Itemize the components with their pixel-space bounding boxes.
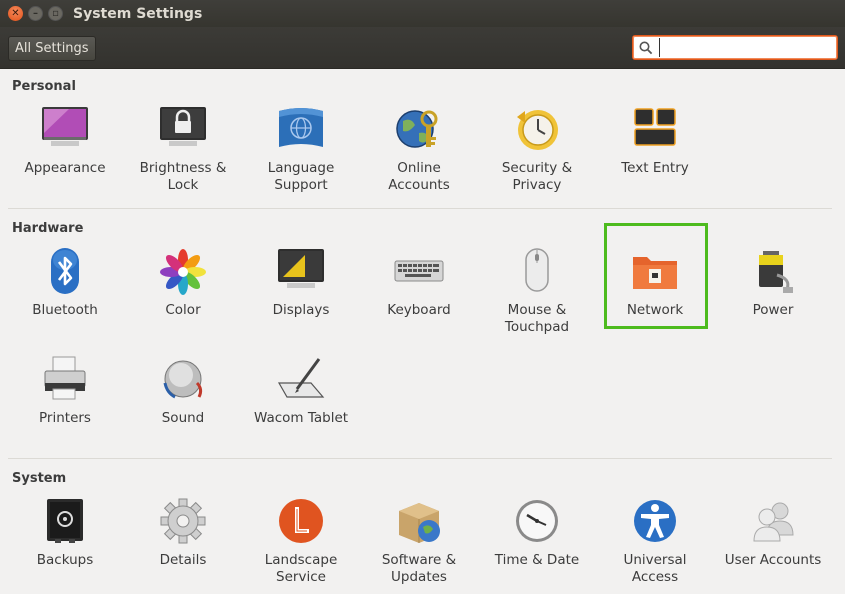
section-divider: [8, 458, 832, 459]
universal-access-label: Universal Access: [623, 552, 687, 585]
clock-icon: [516, 500, 558, 542]
sound-label: Sound: [161, 410, 205, 426]
close-window-button[interactable]: ✕: [8, 6, 23, 21]
language-support-label: Language Support: [267, 160, 335, 193]
power-icon: [759, 251, 793, 293]
brightness-lock-item[interactable]: Brightness & Lock: [127, 99, 239, 209]
backups-icon: [47, 499, 83, 543]
close-icon: ✕: [11, 7, 20, 19]
search-input[interactable]: [659, 38, 819, 57]
color-icon: [160, 249, 206, 295]
printers-item[interactable]: Printers: [9, 349, 121, 459]
user-accounts-label: User Accounts: [724, 552, 822, 568]
text-entry-item[interactable]: Text Entry: [599, 99, 711, 209]
online-accounts-item[interactable]: Online Accounts: [363, 99, 475, 209]
security-privacy-icon: [517, 110, 558, 150]
maximize-icon: ▫: [52, 7, 59, 19]
sound-icon: [163, 360, 203, 399]
security-privacy-label: Security & Privacy: [501, 160, 573, 193]
details-gear-icon: [160, 498, 206, 544]
software-updates-icon: [399, 503, 440, 543]
appearance-label: Appearance: [24, 160, 106, 176]
displays-label: Displays: [272, 302, 330, 318]
bluetooth-icon: [51, 248, 79, 294]
software-updates-item[interactable]: Software & Updates: [363, 491, 475, 594]
time-date-label: Time & Date: [494, 552, 580, 568]
time-date-item[interactable]: Time & Date: [481, 491, 593, 594]
universal-access-icon: [634, 500, 676, 542]
software-updates-label: Software & Updates: [381, 552, 457, 585]
network-label: Network: [626, 302, 684, 318]
power-label: Power: [752, 302, 794, 318]
wacom-tablet-icon: [277, 358, 325, 398]
power-item[interactable]: Power: [717, 241, 829, 351]
landscape-service-label: Landscape Service: [264, 552, 338, 585]
appearance-icon: [42, 107, 88, 146]
landscape-icon: [279, 499, 323, 543]
user-accounts-icon: [753, 502, 794, 542]
toolbar: All Settings: [0, 27, 845, 69]
details-label: Details: [159, 552, 207, 568]
section-title-personal: Personal: [12, 79, 76, 94]
text-entry-label: Text Entry: [621, 160, 689, 176]
section-divider: [8, 208, 832, 209]
universal-access-item[interactable]: Universal Access: [599, 491, 711, 594]
user-accounts-item[interactable]: User Accounts: [717, 491, 829, 594]
wacom-tablet-item[interactable]: Wacom Tablet: [245, 349, 357, 459]
network-item[interactable]: Network: [599, 241, 711, 351]
wacom-tablet-label: Wacom Tablet: [253, 410, 349, 426]
online-accounts-icon: [396, 110, 438, 148]
brightness-lock-icon: [160, 107, 206, 146]
printers-label: Printers: [39, 410, 91, 426]
window-title: System Settings: [73, 5, 203, 22]
bluetooth-item[interactable]: Bluetooth: [9, 241, 121, 351]
language-support-item[interactable]: Language Support: [245, 99, 357, 209]
appearance-item[interactable]: Appearance: [9, 99, 121, 209]
mouse-icon: [525, 248, 549, 292]
mouse-touchpad-label: Mouse & Touchpad: [504, 302, 570, 335]
keyboard-icon: [394, 260, 444, 282]
text-entry-icon: [634, 108, 676, 146]
backups-item[interactable]: Backups: [9, 491, 121, 594]
maximize-window-button[interactable]: ▫: [48, 6, 63, 21]
keyboard-item[interactable]: Keyboard: [363, 241, 475, 351]
mouse-touchpad-item[interactable]: Mouse & Touchpad: [481, 241, 593, 351]
brightness-lock-label: Brightness & Lock: [139, 160, 227, 193]
sound-item[interactable]: Sound: [127, 349, 239, 459]
bluetooth-label: Bluetooth: [32, 302, 98, 318]
section-title-hardware: Hardware: [12, 221, 84, 236]
all-settings-button[interactable]: All Settings: [8, 36, 96, 61]
minimize-icon: –: [33, 7, 38, 19]
details-item[interactable]: Details: [127, 491, 239, 594]
keyboard-label: Keyboard: [387, 302, 451, 318]
security-privacy-item[interactable]: Security & Privacy: [481, 99, 593, 209]
window-titlebar: ✕ – ▫ System Settings: [0, 0, 845, 27]
minimize-window-button[interactable]: –: [28, 6, 43, 21]
displays-item[interactable]: Displays: [245, 241, 357, 351]
color-label: Color: [165, 302, 201, 318]
network-icon: [633, 257, 677, 289]
search-box[interactable]: [632, 35, 838, 60]
search-icon: [633, 41, 659, 55]
language-support-icon: [279, 108, 323, 147]
backups-label: Backups: [36, 552, 94, 568]
landscape-service-item[interactable]: Landscape Service: [245, 491, 357, 594]
printer-icon: [44, 356, 86, 400]
color-item[interactable]: Color: [127, 241, 239, 351]
section-title-system: System: [12, 471, 67, 486]
displays-icon: [278, 249, 324, 288]
online-accounts-label: Online Accounts: [388, 160, 450, 193]
